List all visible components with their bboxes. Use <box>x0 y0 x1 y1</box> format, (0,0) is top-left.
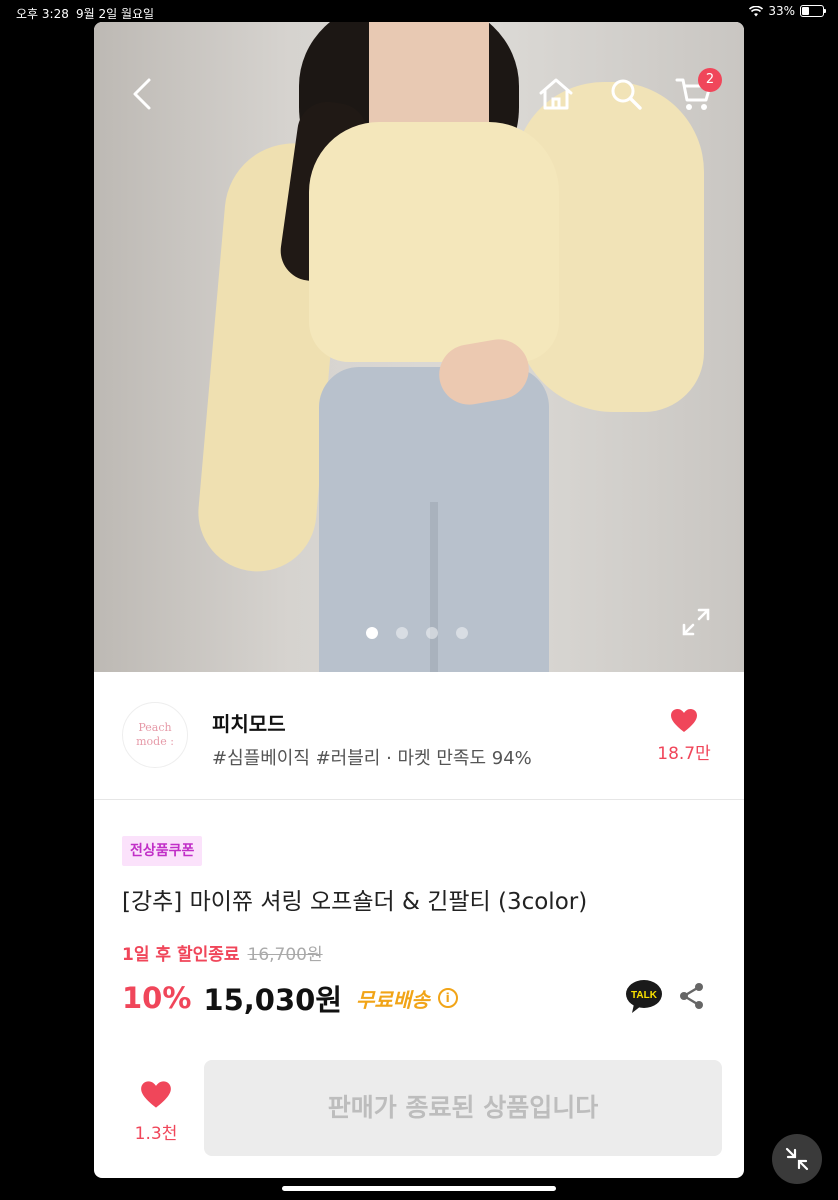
search-icon <box>611 79 642 110</box>
seller-logo[interactable]: Peach mode : <box>122 702 188 768</box>
sale-price: 15,030원 <box>203 983 343 1017</box>
bottom-bar: 1.3천 판매가 종료된 상품입니다 <box>94 1060 744 1178</box>
carousel-dot[interactable] <box>396 627 408 639</box>
info-icon[interactable]: i <box>437 988 458 1008</box>
shrink-window-button[interactable] <box>772 1134 822 1184</box>
seller-favorite-button[interactable]: 18.7만 <box>654 708 714 764</box>
share-button[interactable] <box>674 978 710 1014</box>
deal-row: 1일 후 할인종료 16,700원 <box>122 940 323 965</box>
wifi-icon <box>749 5 764 16</box>
talk-label: TALK <box>631 990 658 1001</box>
seller-section[interactable]: Peach mode : 피치모드 #심플베이직 #러블리 · 마켓 만족도 9… <box>94 672 744 800</box>
heart-icon <box>141 1081 171 1108</box>
seller-tags: #심플베이직 #러블리 · 마켓 만족도 94% <box>212 748 532 769</box>
status-bar: 오후 3:28 9월 2일 월요일 33% <box>0 0 838 24</box>
chevron-left-icon <box>133 78 151 110</box>
shrink-icon <box>785 1147 809 1171</box>
image-overlay: 2 <box>94 22 744 672</box>
product-title: [강추] 마이쮸 셔링 오프숄더 & 긴팔티 (3color) <box>122 889 588 915</box>
seller-name[interactable]: 피치모드 <box>212 708 286 737</box>
original-price: 16,700원 <box>247 945 323 965</box>
cart-count-badge: 2 <box>698 68 722 92</box>
share-icon <box>680 983 703 1009</box>
carousel-dot[interactable] <box>366 627 378 639</box>
carousel-dot[interactable] <box>456 627 468 639</box>
seller-favorite-count: 18.7만 <box>657 744 711 764</box>
status-date: 9월 2일 월요일 <box>76 7 155 21</box>
search-button[interactable] <box>604 72 648 116</box>
free-shipping-label: 무료배송 <box>356 987 430 1012</box>
status-time: 오후 3:28 <box>16 7 69 21</box>
home-indicator[interactable] <box>282 1186 556 1191</box>
product-favorite-button[interactable]: 1.3천 <box>126 1080 186 1144</box>
coupon-badge[interactable]: 전상품쿠폰 <box>122 836 203 866</box>
app-window: 2 Peach mode : 피치모드 #심플베이직 #러블리 · 마켓 만족도… <box>94 22 744 1178</box>
expand-image-button[interactable] <box>678 604 714 640</box>
expand-icon <box>682 608 710 636</box>
home-icon <box>539 78 573 110</box>
status-right: 33% <box>749 4 826 18</box>
logo-text-line2: mode : <box>136 735 174 748</box>
kakao-talk-button[interactable]: TALK <box>624 978 664 1018</box>
battery-icon <box>800 5 826 17</box>
talk-icon: TALK <box>626 980 662 1013</box>
logo-text-line1: Peach <box>138 721 172 734</box>
back-button[interactable] <box>120 72 164 116</box>
battery-percent: 33% <box>768 4 795 18</box>
discount-percent: 10% <box>122 981 192 1015</box>
deal-ending-text: 1일 후 할인종료 <box>122 945 240 965</box>
price-row: 10% 15,030원 무료배송 i <box>122 978 458 1018</box>
heart-icon <box>671 709 697 732</box>
product-favorite-count: 1.3천 <box>134 1124 178 1144</box>
home-button[interactable] <box>534 72 578 116</box>
carousel-indicator <box>366 627 468 639</box>
carousel-dot[interactable] <box>426 627 438 639</box>
sold-out-button[interactable]: 판매가 종료된 상품입니다 <box>204 1060 722 1156</box>
